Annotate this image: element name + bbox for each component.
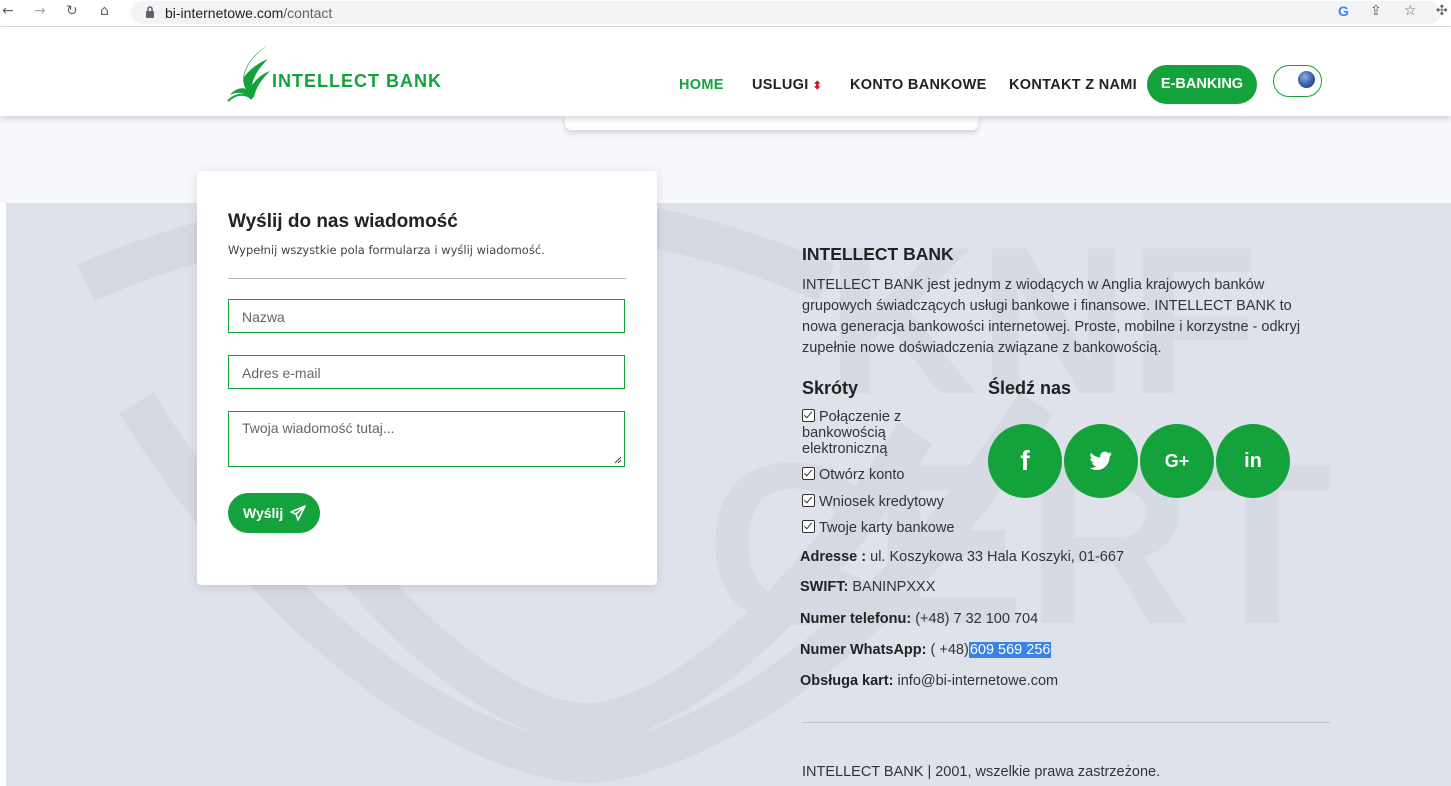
message-textarea[interactable]: Twoja wiadomość tutaj... bbox=[228, 411, 625, 467]
phone-label: Numer telefonu: bbox=[800, 611, 912, 627]
email-placeholder: Adres e-mail bbox=[242, 365, 321, 381]
address-label: Adresse : bbox=[800, 549, 867, 565]
shortcuts-heading: Skróty bbox=[802, 378, 859, 398]
copyright-text: INTELLECT BANK | 2001, wszelkie prawa za… bbox=[802, 764, 1161, 780]
facebook-button[interactable]: f bbox=[988, 424, 1062, 498]
checkbox-icon bbox=[802, 494, 815, 507]
footer-bank-description: INTELLECT BANK jest jednym z wiodących w… bbox=[802, 277, 1301, 356]
whatsapp-prefix: ( +48) bbox=[930, 642, 969, 658]
form-subtitle: Wypełnij wszystkie pola formularza i wyś… bbox=[228, 243, 545, 257]
follow-heading: Śledź nas bbox=[988, 378, 1072, 398]
linkedin-button[interactable]: in bbox=[1216, 424, 1290, 498]
home-icon[interactable]: ⌂ bbox=[100, 3, 109, 19]
checkbox-icon bbox=[802, 520, 815, 533]
sort-caret-icon: ⬍ bbox=[812, 80, 823, 92]
google-icon[interactable]: G bbox=[1338, 3, 1349, 19]
footer-divider bbox=[802, 722, 1330, 723]
email-input[interactable]: Adres e-mail bbox=[228, 355, 625, 389]
nav-bank-account[interactable]: KONTO BANKOWE bbox=[850, 77, 987, 93]
cards-service-line: Obsługa kart: info@bi-internetowe.com bbox=[800, 673, 1058, 689]
language-toggle[interactable] bbox=[1273, 65, 1322, 97]
shortcut-loan-label: Wniosek kredytowy bbox=[819, 494, 944, 510]
address-line: Adresse : ul. Koszykowa 33 Hala Koszyki,… bbox=[800, 549, 1124, 565]
forward-icon[interactable]: → bbox=[34, 3, 46, 19]
nav-contact[interactable]: KONTAKT Z NAMI bbox=[1009, 77, 1137, 93]
site-header: INTELLECT BANK HOME USLUGI ⬍ KONTO BANKOW… bbox=[0, 27, 1451, 116]
reload-icon[interactable]: ↻ bbox=[66, 3, 78, 19]
shortcut-loan-application[interactable]: Wniosek kredytowy bbox=[802, 494, 1002, 510]
form-title: Wyślij do nas wiadomość bbox=[228, 211, 458, 232]
resize-handle-icon[interactable] bbox=[614, 456, 622, 464]
shortcut-ebanking[interactable]: Połączenie z bankowością elektroniczną bbox=[802, 409, 962, 457]
whatsapp-line: Numer WhatsApp: ( +48)609 569 256 bbox=[800, 642, 1052, 658]
shortcut-ebanking-label: Połączenie z bankowością elektroniczną bbox=[802, 409, 902, 457]
send-label: Wyślij bbox=[243, 505, 284, 521]
swift-label: SWIFT: bbox=[800, 579, 849, 595]
google-plus-button[interactable]: G+ bbox=[1140, 424, 1214, 498]
phone-value: (+48) 7 32 100 704 bbox=[915, 611, 1039, 627]
back-icon[interactable]: ← bbox=[2, 3, 14, 19]
checkbox-icon bbox=[802, 409, 815, 422]
message-placeholder: Twoja wiadomość tutaj... bbox=[242, 420, 395, 436]
bookmark-star-icon[interactable]: ☆ bbox=[1404, 3, 1417, 19]
swift-value: BANINPXXX bbox=[852, 579, 936, 595]
swift-line: SWIFT: BANINPXXX bbox=[800, 579, 935, 595]
logo-text[interactable]: INTELLECT BANK bbox=[272, 71, 442, 92]
shortcut-cards-label: Twoje karty bankowe bbox=[819, 520, 955, 536]
form-divider bbox=[228, 278, 626, 279]
linkedin-icon: in bbox=[1244, 450, 1262, 472]
cards-label: Obsługa kart: bbox=[800, 673, 894, 689]
contact-form-card: Wyślij do nas wiadomość Wypełnij wszystk… bbox=[197, 171, 657, 585]
paper-plane-icon bbox=[290, 505, 306, 521]
whatsapp-label: Numer WhatsApp: bbox=[800, 642, 927, 658]
nav-services[interactable]: USLUGI ⬍ bbox=[752, 77, 822, 93]
name-input[interactable]: Nazwa bbox=[228, 299, 625, 333]
logo-bird-icon[interactable] bbox=[224, 43, 274, 107]
shortcut-bank-cards[interactable]: Twoje karty bankowe bbox=[802, 520, 1002, 536]
lock-icon bbox=[146, 6, 154, 18]
dropdown-panel-edge bbox=[565, 116, 978, 130]
nav-services-label: USLUGI bbox=[752, 77, 809, 93]
shortcut-open-account-label: Otwórz konto bbox=[819, 467, 905, 483]
name-placeholder: Nazwa bbox=[242, 309, 285, 325]
nav-home[interactable]: HOME bbox=[679, 77, 724, 93]
whatsapp-number-selected[interactable]: 609 569 256 bbox=[968, 642, 1052, 658]
facebook-icon: f bbox=[1020, 445, 1030, 476]
extensions-icon[interactable]: ✣ bbox=[1436, 3, 1448, 19]
cards-email[interactable]: info@bi-internetowe.com bbox=[898, 673, 1059, 689]
phone-line: Numer telefonu: (+48) 7 32 100 704 bbox=[800, 611, 1038, 627]
twitter-icon bbox=[1089, 451, 1112, 470]
checkbox-icon bbox=[802, 467, 815, 480]
address-value: ul. Koszykowa 33 Hala Koszyki, 01-667 bbox=[870, 549, 1125, 565]
url-text: bi-internetowe.com/contact bbox=[165, 5, 333, 21]
google-plus-icon: G+ bbox=[1164, 451, 1190, 471]
share-icon[interactable]: ⇪ bbox=[1370, 3, 1382, 19]
browser-toolbar: ← → ↻ ⌂ bi-internetowe.com/contact G ⇪ ☆… bbox=[0, 0, 1451, 27]
send-button[interactable]: Wyślij bbox=[228, 493, 320, 533]
globe-icon bbox=[1298, 71, 1315, 88]
twitter-button[interactable] bbox=[1064, 424, 1138, 498]
ebanking-button[interactable]: E-BANKING bbox=[1147, 65, 1257, 104]
shortcut-open-account[interactable]: Otwórz konto bbox=[802, 467, 1002, 483]
address-bar[interactable]: bi-internetowe.com/contact bbox=[131, 1, 1441, 24]
footer-bank-title: INTELLECT BANK bbox=[802, 244, 954, 264]
